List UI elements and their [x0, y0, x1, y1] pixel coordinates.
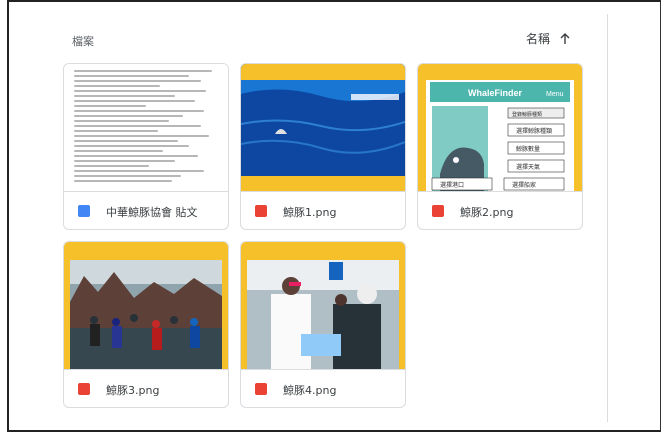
image-file-icon [255, 205, 267, 217]
document-line [74, 180, 172, 182]
app-button-label: 鯨豚數量 [516, 145, 540, 153]
file-card[interactable]: 鯨豚1.png [240, 63, 406, 230]
document-line [74, 80, 201, 82]
sort-by-name-button[interactable]: 名稱 [526, 30, 572, 47]
document-line [74, 135, 210, 137]
app-menu: Menu [546, 91, 564, 98]
app-login-label: 登錄鯨豚種類 [512, 111, 542, 118]
document-line [74, 175, 181, 177]
file-thumbnail: WhaleFinder Menu 登錄鯨豚種類 選擇鯨豚種類 鯨豚數量選擇天氣選擇… [418, 64, 582, 192]
app-button-label: 選擇港口 [440, 181, 464, 189]
document-line [74, 125, 201, 127]
document-line [74, 70, 213, 72]
document-line [74, 110, 204, 112]
file-name: 鯨豚2.png [460, 206, 514, 219]
file-card[interactable]: WhaleFinder Menu 登錄鯨豚種類 選擇鯨豚種類 鯨豚數量選擇天氣選擇… [417, 63, 583, 230]
document-line [74, 165, 149, 167]
document-line [74, 130, 158, 132]
app-screenshot: WhaleFinder Menu 登錄鯨豚種類 選擇鯨豚種類鯨豚數量選擇天氣選擇… [418, 64, 582, 191]
app-title: WhaleFinder [468, 88, 523, 98]
document-text-preview [74, 70, 218, 185]
arrow-up-icon [560, 32, 570, 44]
file-name: 鯨豚4.png [283, 384, 337, 397]
image-file-icon [255, 383, 267, 395]
app-button-label: 選擇天氣 [516, 163, 540, 171]
file-name: 中華鯨豚協會 貼文 [106, 206, 198, 219]
sort-label: 名稱 [525, 32, 550, 46]
ocean-photo [241, 64, 405, 191]
file-thumbnail [64, 242, 228, 370]
file-thumbnail [241, 242, 405, 370]
document-line [74, 105, 146, 107]
document-line [74, 170, 204, 172]
group-photo [64, 242, 228, 369]
document-line [74, 100, 195, 102]
google-docs-icon [78, 205, 90, 217]
file-name: 鯨豚1.png [283, 206, 337, 219]
document-line [74, 145, 190, 147]
image-file-icon [78, 383, 90, 395]
document-line [74, 90, 207, 92]
file-card[interactable]: 中華鯨豚協會 貼文 [63, 63, 229, 230]
app-button-label: 選擇鯨豚種類 [516, 127, 552, 135]
document-line [74, 160, 175, 162]
section-title: 檔案 [72, 35, 94, 48]
image-file-icon [432, 205, 444, 217]
document-line [74, 95, 175, 97]
file-thumbnail [64, 64, 228, 192]
document-line [74, 75, 190, 77]
document-line [74, 85, 161, 87]
document-line [74, 120, 170, 122]
classroom-photo [241, 242, 405, 369]
file-card[interactable]: 鯨豚4.png [240, 241, 406, 408]
file-name: 鯨豚3.png [106, 384, 160, 397]
file-thumbnail [241, 64, 405, 192]
document-line [74, 155, 198, 157]
app-button-label: 選擇船家 [512, 181, 536, 189]
document-line [74, 150, 164, 152]
document-line [74, 140, 178, 142]
file-card[interactable]: 鯨豚3.png [63, 241, 229, 408]
files-header: 檔案 名稱 [72, 30, 582, 50]
document-line [74, 115, 184, 117]
panel-divider [607, 14, 608, 422]
